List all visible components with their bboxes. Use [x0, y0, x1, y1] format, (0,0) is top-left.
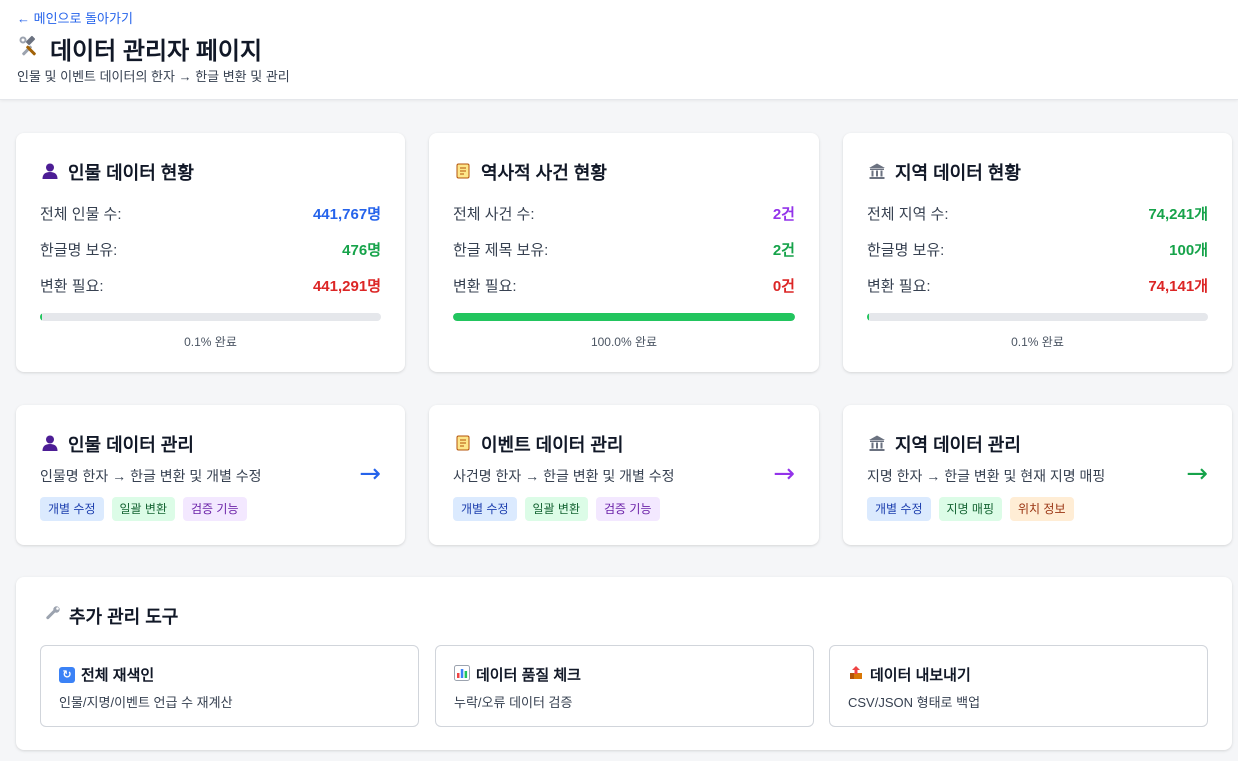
quality-check-tool-button[interactable]: 데이터 품질 체크 누락/오류 데이터 검증: [435, 645, 814, 727]
hammer-wrench-icon: [18, 35, 40, 63]
progress-text: 100.0% 완료: [590, 335, 658, 349]
tag: 위치 정보: [1010, 497, 1074, 521]
tag: 검증 기능: [183, 497, 247, 521]
stat-row: 한글 제목 보유: 2건: [453, 239, 795, 259]
tools-title: 추가 관리 도구: [69, 607, 179, 627]
page-subtitle: 인물 및 이벤트 데이터의 한자 → 한글 변환 및 관리: [17, 69, 290, 84]
stat-row: 변환 필요: 441,291명: [40, 275, 381, 295]
stats-card-events: 역사적 사건 현황 전체 사건 수: 2건 한글 제목 보유: 2건 변환 필요…: [429, 133, 819, 372]
stat-row: 한글명 보유: 100개: [867, 239, 1208, 259]
stats-title: 지역 데이터 현황: [895, 163, 1021, 183]
place-management-card[interactable]: 지역 데이터 관리 지명 한자 → 한글 변환 및 현재 지명 매핑 → 개별 …: [843, 405, 1232, 545]
arrow-right-icon[interactable]: →: [773, 459, 795, 489]
progress-fill: [867, 313, 870, 321]
stat-value: 441,767명: [312, 205, 381, 223]
export-icon: [848, 665, 864, 685]
event-management-card[interactable]: 이벤트 데이터 관리 사건명 한자 → 한글 변환 및 개별 수정 → 개별 수…: [429, 405, 819, 545]
stats-card-places: 지역 데이터 현황 전체 지역 수: 74,241개 한글명 보유: 100개 …: [843, 133, 1232, 372]
stat-row: 한글명 보유: 476명: [40, 239, 381, 259]
tag: 개별 수정: [867, 497, 931, 521]
stat-value: 74,241개: [1148, 205, 1208, 223]
tag: 검증 기능: [596, 497, 660, 521]
stat-value: 0건: [772, 277, 795, 295]
arrow-right-icon[interactable]: →: [1186, 459, 1208, 489]
building-icon: [867, 434, 887, 454]
stat-row: 변환 필요: 74,141개: [867, 275, 1208, 295]
progress-text: 0.1% 완료: [1011, 335, 1064, 349]
additional-tools-panel: 추가 관리 도구 ↻ 전체 재색인 인물/지명/이벤트 언급 수 재계산 데이터…: [16, 577, 1232, 750]
export-tool-button[interactable]: 데이터 내보내기 CSV/JSON 형태로 백업: [829, 645, 1208, 727]
tag: 일괄 변환: [524, 497, 588, 521]
progress-bar: [867, 313, 1208, 321]
management-title: 지역 데이터 관리: [895, 435, 1021, 455]
people-management-card[interactable]: 인물 데이터 관리 인물명 한자 → 한글 변환 및 개별 수정 → 개별 수정…: [16, 405, 405, 545]
tag: 일괄 변환: [111, 497, 175, 521]
reindex-tool-button[interactable]: ↻ 전체 재색인 인물/지명/이벤트 언급 수 재계산: [40, 645, 419, 727]
scroll-icon: [453, 434, 473, 454]
stat-value: 2건: [772, 205, 795, 223]
back-to-main-link[interactable]: ← 메인으로 돌아가기: [17, 8, 133, 27]
stats-title: 인물 데이터 현황: [68, 163, 194, 183]
tag: 지명 매핑: [938, 497, 1002, 521]
arrow-right-icon[interactable]: →: [359, 459, 381, 489]
stats-title: 역사적 사건 현황: [481, 163, 607, 183]
stat-value: 74,141개: [1148, 277, 1208, 295]
stat-value: 441,291명: [312, 277, 381, 295]
progress-bar: [453, 313, 795, 321]
management-desc: 사건명 한자 → 한글 변환 및 개별 수정: [453, 468, 675, 484]
management-title: 인물 데이터 관리: [68, 435, 194, 455]
bar-chart-icon: [454, 664, 470, 685]
wrench-icon: [43, 605, 61, 628]
page-title: 데이터 관리자 페이지: [18, 31, 262, 66]
stat-row: 변환 필요: 0건: [453, 275, 795, 295]
person-icon: [40, 434, 60, 454]
person-icon: [40, 162, 60, 182]
stat-value: 100개: [1169, 241, 1208, 259]
management-desc: 인물명 한자 → 한글 변환 및 개별 수정: [40, 468, 262, 484]
page-header: ← 메인으로 돌아가기 데이터 관리자 페이지 인물 및 이벤트 데이터의 한자…: [0, 0, 1238, 100]
management-desc: 지명 한자 → 한글 변환 및 현재 지명 매핑: [867, 468, 1106, 484]
stat-value: 476명: [342, 241, 381, 259]
progress-bar: [40, 313, 381, 321]
tag-list: 개별 수정 일괄 변환 검증 기능: [453, 497, 660, 521]
tag: 개별 수정: [453, 497, 517, 521]
stat-value: 2건: [772, 241, 795, 259]
stat-row: 전체 지역 수: 74,241개: [867, 203, 1208, 223]
tag: 개별 수정: [40, 497, 104, 521]
stat-row: 전체 인물 수: 441,767명: [40, 203, 381, 223]
building-icon: [867, 162, 887, 182]
progress-fill: [40, 313, 43, 321]
progress-fill: [453, 313, 795, 321]
management-title: 이벤트 데이터 관리: [481, 435, 624, 455]
scroll-icon: [453, 162, 473, 182]
progress-text: 0.1% 완료: [184, 335, 237, 349]
stats-card-people: 인물 데이터 현황 전체 인물 수: 441,767명 한글명 보유: 476명…: [16, 133, 405, 372]
tag-list: 개별 수정 지명 매핑 위치 정보: [867, 497, 1074, 521]
stat-row: 전체 사건 수: 2건: [453, 203, 795, 223]
tag-list: 개별 수정 일괄 변환 검증 기능: [40, 497, 247, 521]
page-title-text: 데이터 관리자 페이지: [50, 38, 263, 65]
refresh-icon: ↻: [59, 666, 75, 683]
